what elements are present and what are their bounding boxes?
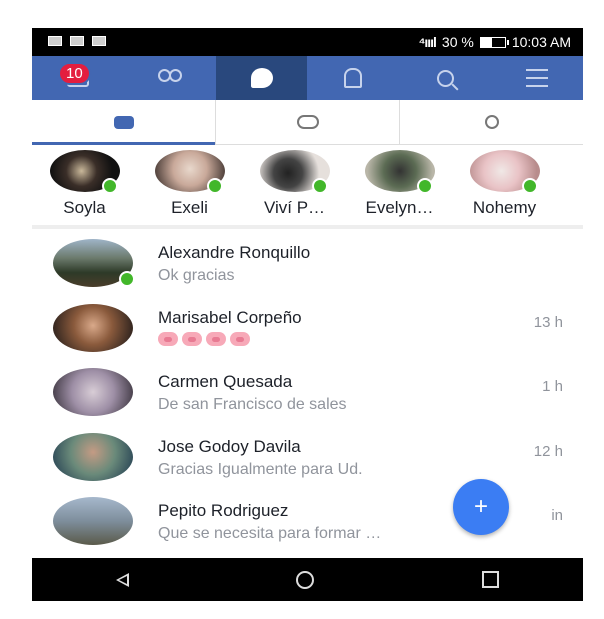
message-time: 1 h [542,378,563,395]
avatar [469,150,540,194]
android-nav-bar [32,558,583,601]
avatar [154,150,225,194]
pig-emoji-snippet [158,331,254,351]
tab-search[interactable] [399,56,491,100]
search-icon [436,69,454,87]
tab-menu[interactable] [491,56,583,100]
pig-face-icon [158,331,178,346]
bell-icon [344,68,363,88]
avatar [53,239,135,287]
contact-name: Alexandre Ronquillo [158,243,311,262]
conversation-row[interactable]: Alexandre Ronquillo Ok gracias [32,233,583,298]
notification-icons [48,36,106,46]
notification-icon [48,36,62,46]
avatar [53,432,133,481]
messenger-subtabs [32,100,583,145]
avatar [364,150,435,194]
signal-icon: ⁴ıııl [418,34,437,50]
active-friend[interactable]: Viví P… [242,145,347,225]
avatar [259,150,330,194]
add-contact-icon [484,115,499,129]
avatar [53,368,133,416]
home-icon[interactable] [296,570,315,589]
contact-name: Marisabel Corpeño [158,307,302,327]
message-time: 13 h [533,313,563,331]
active-friend-name: Exeli [171,198,208,217]
online-indicator [416,178,433,194]
conversation-row[interactable]: Carmen Quesada De san Francisco de sales… [32,362,583,427]
message-time: 12 h [533,442,563,460]
conversation-row[interactable]: Marisabel Corpeño 13 h [32,298,583,363]
conversation-row[interactable]: Jose Godoy Davila Gracias Igualmente par… [32,427,583,492]
status-bar: ⁴ıııl 30 % 10:03 AM [32,28,583,56]
avatar [53,303,133,352]
battery-percent: 30 % [441,34,474,50]
contact-name: Jose Godoy Davila [158,436,301,456]
online-indicator [101,178,118,194]
contact-name: Pepito Rodriguez [158,501,289,520]
chat-bubble-icon [113,115,134,129]
messenger-icon [250,68,273,88]
tab-notifications[interactable] [307,56,399,100]
battery-icon [479,36,509,48]
pig-face-icon [206,331,226,346]
tab-friend-requests[interactable] [124,56,216,100]
new-message-button[interactable]: + [453,479,509,535]
tab-news-feed[interactable]: 10 [32,56,124,100]
message-snippet: Gracias Igualmente para Ud. [158,460,363,478]
recent-apps-icon[interactable] [482,571,500,588]
active-friend-name: Nohemy [472,198,537,217]
active-friend-name: Viví P… [263,198,326,217]
active-friend[interactable]: Evelyn… [347,145,452,225]
clock: 10:03 AM [511,34,571,50]
menu-icon [526,69,549,87]
online-indicator [206,178,223,194]
tab-messenger[interactable] [215,56,308,100]
notification-icon [92,36,106,46]
message-time: in [551,507,563,524]
contact-name: Carmen Quesada [158,372,293,391]
message-snippet: Ok gracias [158,267,235,284]
phone-frame: ⁴ıııl 30 % 10:03 AM 10 Soyla Exeli Viví … [32,28,583,601]
screen: ⁴ıııl 30 % 10:03 AM 10 Soyla Exeli Viví … [32,28,583,558]
subtab-chats[interactable] [32,100,216,145]
online-indicator [119,271,135,287]
facebook-nav-bar: 10 [32,56,583,100]
active-friend-name: Soyla [63,198,106,217]
active-friends-row: Soyla Exeli Viví P… Evelyn… Nohemy [32,145,583,229]
groups-icon [296,115,319,129]
active-friend[interactable]: Exeli [137,145,242,225]
notification-icon [70,36,84,46]
active-friend-name: Evelyn… [365,198,434,217]
pig-face-icon [182,331,202,346]
avatar [49,150,120,194]
active-friend[interactable]: Nohemy [452,145,557,225]
notification-badge: 10 [58,62,91,85]
avatar [53,497,133,545]
back-icon[interactable] [115,572,129,587]
friends-icon [157,69,182,87]
online-indicator [521,178,538,194]
pig-face-icon [230,331,250,346]
subtab-contacts[interactable] [400,100,583,144]
message-snippet: Que se necesita para formar … [158,525,382,542]
active-friend[interactable]: Soyla [32,145,137,225]
online-indicator [311,178,328,194]
message-snippet: De san Francisco de sales [158,396,347,413]
subtab-groups[interactable] [216,100,400,144]
